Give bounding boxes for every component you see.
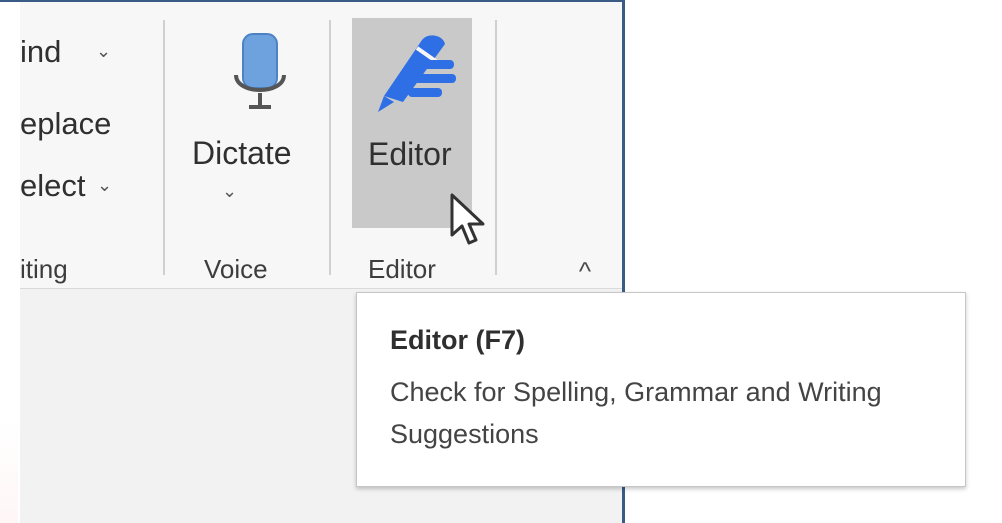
find-button-label[interactable]: ind	[20, 36, 61, 67]
tooltip-description: Check for Spelling, Grammar and Writing …	[390, 377, 882, 449]
ribbon-group-separator	[163, 20, 165, 275]
voice-group-label: Voice	[204, 254, 268, 284]
editor-group-label: Editor	[368, 254, 436, 284]
window-edge-tint	[0, 420, 18, 523]
find-chevron-down-icon[interactable]: ⌄	[96, 42, 111, 60]
replace-button-label[interactable]: eplace	[20, 108, 111, 139]
editor-button-label[interactable]: Editor	[368, 138, 452, 170]
home-ribbon: ind ⌄ eplace elect ⌄ iting Dictate ⌄ Voi…	[20, 2, 622, 289]
dictate-chevron-down-icon[interactable]: ⌄	[222, 182, 237, 200]
microphone-icon[interactable]	[231, 33, 289, 111]
editor-tooltip: Editor (F7) Check for Spelling, Grammar …	[356, 292, 966, 487]
collapse-ribbon-button[interactable]: ^	[570, 257, 600, 285]
select-button-label[interactable]: elect	[20, 170, 85, 201]
mouse-pointer-icon	[450, 193, 485, 245]
dictate-button-label[interactable]: Dictate	[192, 137, 292, 169]
editing-group-label: iting	[20, 254, 68, 284]
tooltip-title: Editor (F7)	[390, 325, 525, 355]
select-chevron-down-icon[interactable]: ⌄	[97, 176, 112, 194]
ribbon-group-separator	[495, 20, 497, 275]
editor-pen-icon	[378, 35, 456, 112]
ribbon-group-separator	[329, 20, 331, 275]
